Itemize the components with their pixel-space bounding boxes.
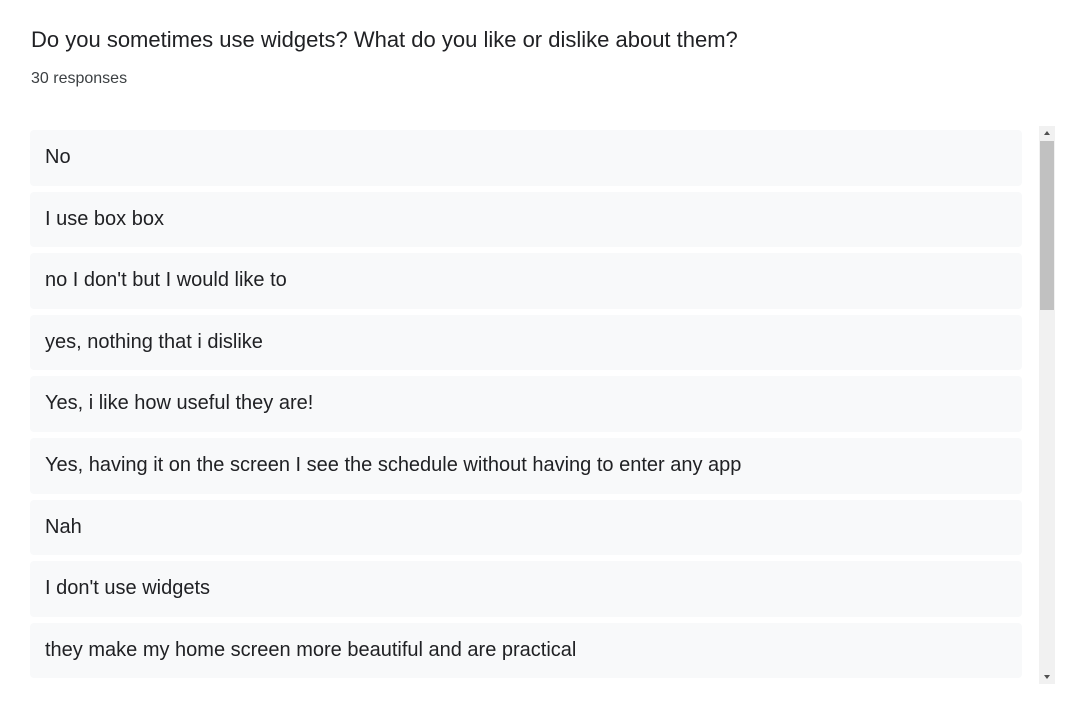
- scroll-down-arrow-icon[interactable]: [1039, 670, 1055, 684]
- scroll-up-arrow-icon[interactable]: [1039, 126, 1055, 140]
- responses-list: No I use box box no I don't but I would …: [30, 130, 1022, 684]
- response-item: I use box box: [30, 191, 1022, 248]
- response-item: I don't use widgets: [30, 561, 1022, 617]
- response-item: yes, nothing that i dislike: [30, 314, 1022, 371]
- response-item: Nah: [30, 499, 1022, 556]
- response-item: Yes, having it on the screen I see the s…: [30, 437, 1022, 494]
- responses-scroll-area[interactable]: No I use box box no I don't but I would …: [30, 126, 1056, 684]
- vertical-scrollbar[interactable]: [1039, 126, 1055, 684]
- question-title: Do you sometimes use widgets? What do yo…: [31, 27, 738, 52]
- response-item: no I don't but I would like to: [30, 253, 1022, 309]
- question-summary-card: Do you sometimes use widgets? What do yo…: [0, 0, 1070, 715]
- scrollbar-thumb[interactable]: [1040, 141, 1054, 310]
- response-item: they make my home screen more beautiful …: [30, 622, 1022, 679]
- response-item: Yes, i like how useful they are!: [30, 376, 1022, 432]
- response-item: No: [30, 130, 1022, 186]
- response-count: 30 responses: [31, 70, 128, 87]
